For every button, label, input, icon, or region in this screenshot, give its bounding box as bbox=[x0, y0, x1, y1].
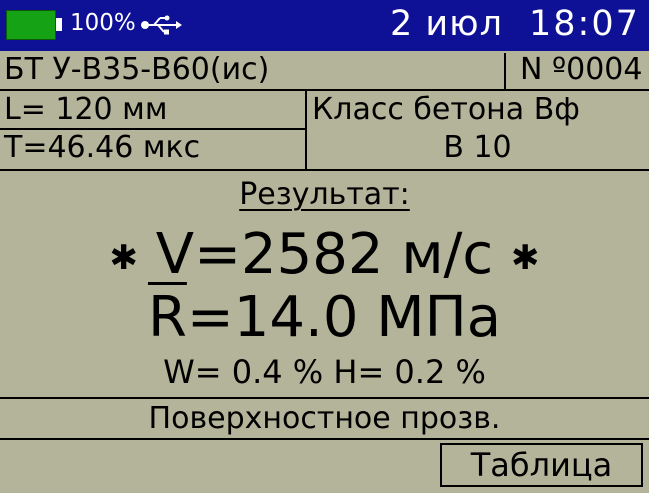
battery-tip bbox=[56, 18, 62, 31]
velocity-value: V=2582 м/с bbox=[155, 222, 494, 287]
button-row-separator bbox=[0, 438, 649, 440]
params-separator bbox=[0, 169, 649, 171]
strength-readout: R=14.0 МПа bbox=[0, 285, 649, 351]
status-bar: 100% 2 июл 18:07 bbox=[0, 0, 649, 51]
device-screen: 100% 2 июл 18:07 БТ У-В35-В60(ис) N º000… bbox=[0, 0, 649, 493]
battery-icon bbox=[6, 10, 63, 40]
usb-icon bbox=[141, 15, 182, 35]
surface-mode-note: Поверхностное прозв. bbox=[148, 401, 501, 436]
header-separator bbox=[0, 89, 649, 91]
result-title: Результат: bbox=[239, 177, 410, 212]
concrete-class-label: Класс бетона Вф bbox=[312, 92, 580, 127]
params-divider bbox=[305, 90, 307, 170]
time-display: 18:07 bbox=[529, 4, 640, 44]
velocity-marker-right: ✱ bbox=[511, 237, 540, 278]
battery-level-fill bbox=[6, 10, 56, 40]
measurement-mode: БТ У-В35-В60(ис) bbox=[4, 52, 270, 87]
concrete-class-value: В 10 bbox=[443, 130, 512, 165]
base-length-value: L= 120 мм bbox=[4, 92, 168, 127]
footer-separator bbox=[0, 397, 649, 399]
record-number: N º0004 bbox=[520, 52, 643, 87]
header-divider bbox=[504, 53, 506, 90]
date-display: 2 июл bbox=[390, 4, 503, 44]
strength-value: =14.0 МПа bbox=[186, 285, 502, 350]
velocity-marker-left: ✱ bbox=[109, 237, 138, 278]
strength-symbol: R bbox=[147, 285, 187, 350]
battery-percent: 100% bbox=[70, 10, 136, 36]
transit-time-value: T=46.46 мкс bbox=[4, 130, 201, 165]
table-button[interactable]: Таблица bbox=[440, 443, 643, 487]
humidity-readout: W= 0.4 % H= 0.2 % bbox=[163, 353, 486, 391]
velocity-readout: ✱ V=2582 м/с ✱ bbox=[0, 222, 649, 291]
